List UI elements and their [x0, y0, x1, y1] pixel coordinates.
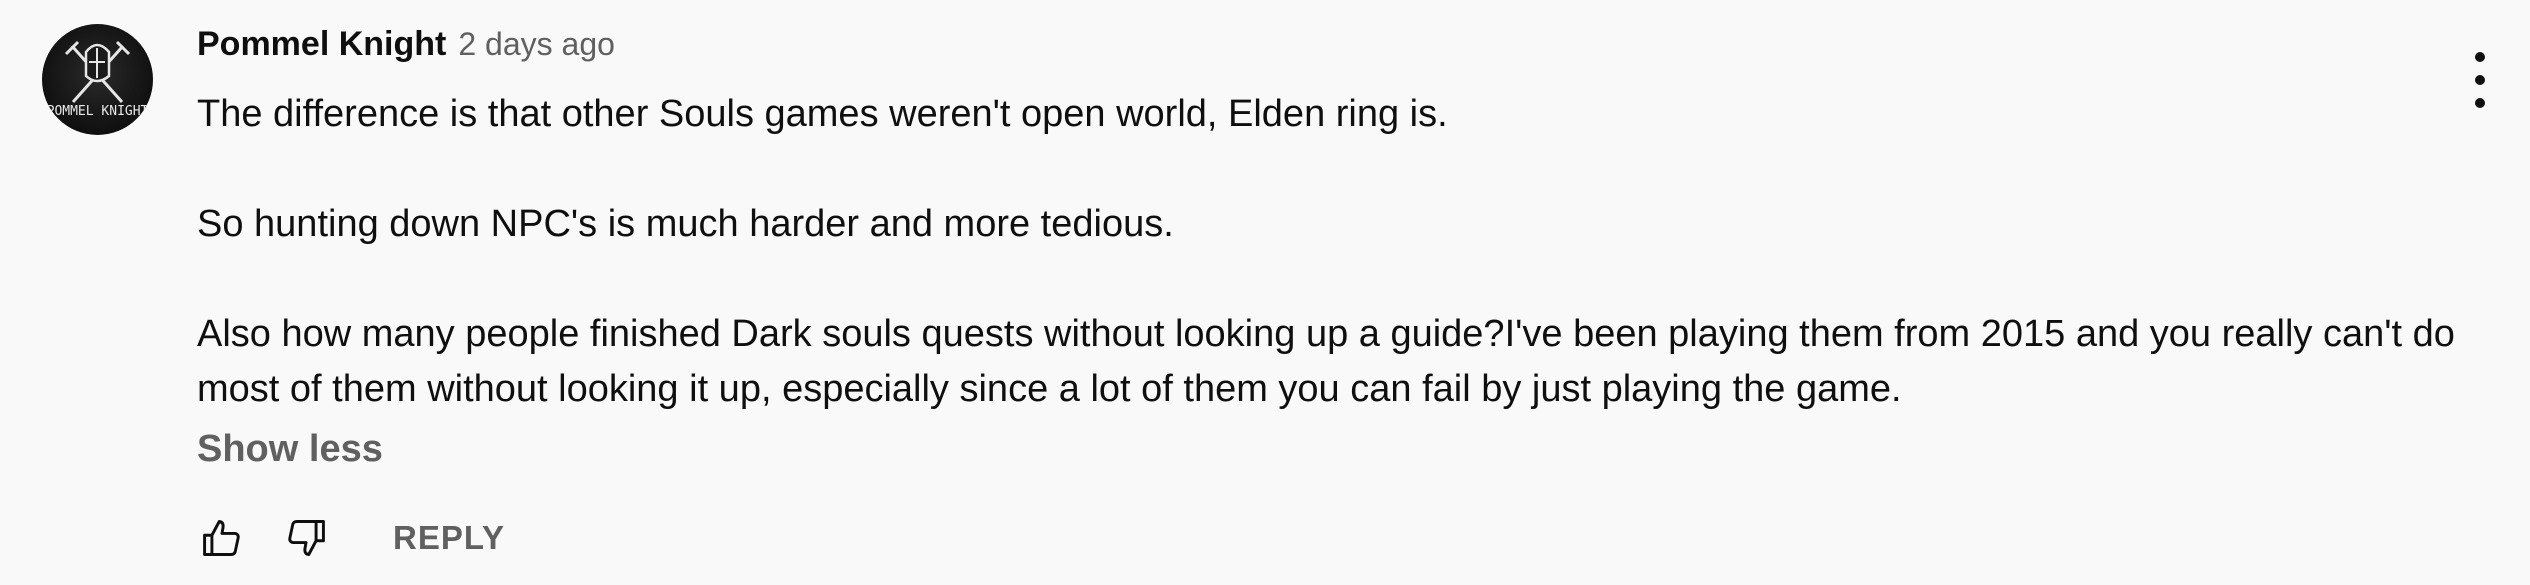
- thumbs-down-icon: [288, 520, 325, 556]
- avatar-logo-text: POMMEL KNIGHT: [46, 104, 149, 119]
- comment-paragraph: So hunting down NPC's is much harder and…: [197, 203, 1174, 245]
- show-less-button[interactable]: Show less: [197, 428, 383, 471]
- more-actions-button[interactable]: [2460, 52, 2500, 108]
- like-button[interactable]: [197, 513, 247, 563]
- comment-paragraph: The difference is that other Souls games…: [197, 93, 1448, 135]
- comment-text: The difference is that other Souls games…: [197, 87, 2467, 417]
- comment-thread: POMMEL KNIGHT Pommel Knight 2 days ago T…: [0, 0, 2530, 585]
- comment-header: Pommel Knight 2 days ago: [197, 25, 615, 75]
- more-vertical-icon-dot: [2475, 98, 2485, 108]
- dislike-button[interactable]: [281, 513, 331, 563]
- comment-actions: REPLY: [197, 512, 505, 564]
- comment-paragraph: Also how many people finished Dark souls…: [197, 313, 2455, 410]
- comment-timestamp[interactable]: 2 days ago: [458, 26, 615, 63]
- more-vertical-icon-dot: [2475, 75, 2485, 85]
- thumbs-up-icon: [203, 520, 240, 556]
- author-name[interactable]: Pommel Knight: [197, 25, 446, 64]
- avatar[interactable]: POMMEL KNIGHT: [42, 24, 153, 135]
- reply-button[interactable]: REPLY: [393, 519, 505, 557]
- more-vertical-icon: [2475, 52, 2485, 62]
